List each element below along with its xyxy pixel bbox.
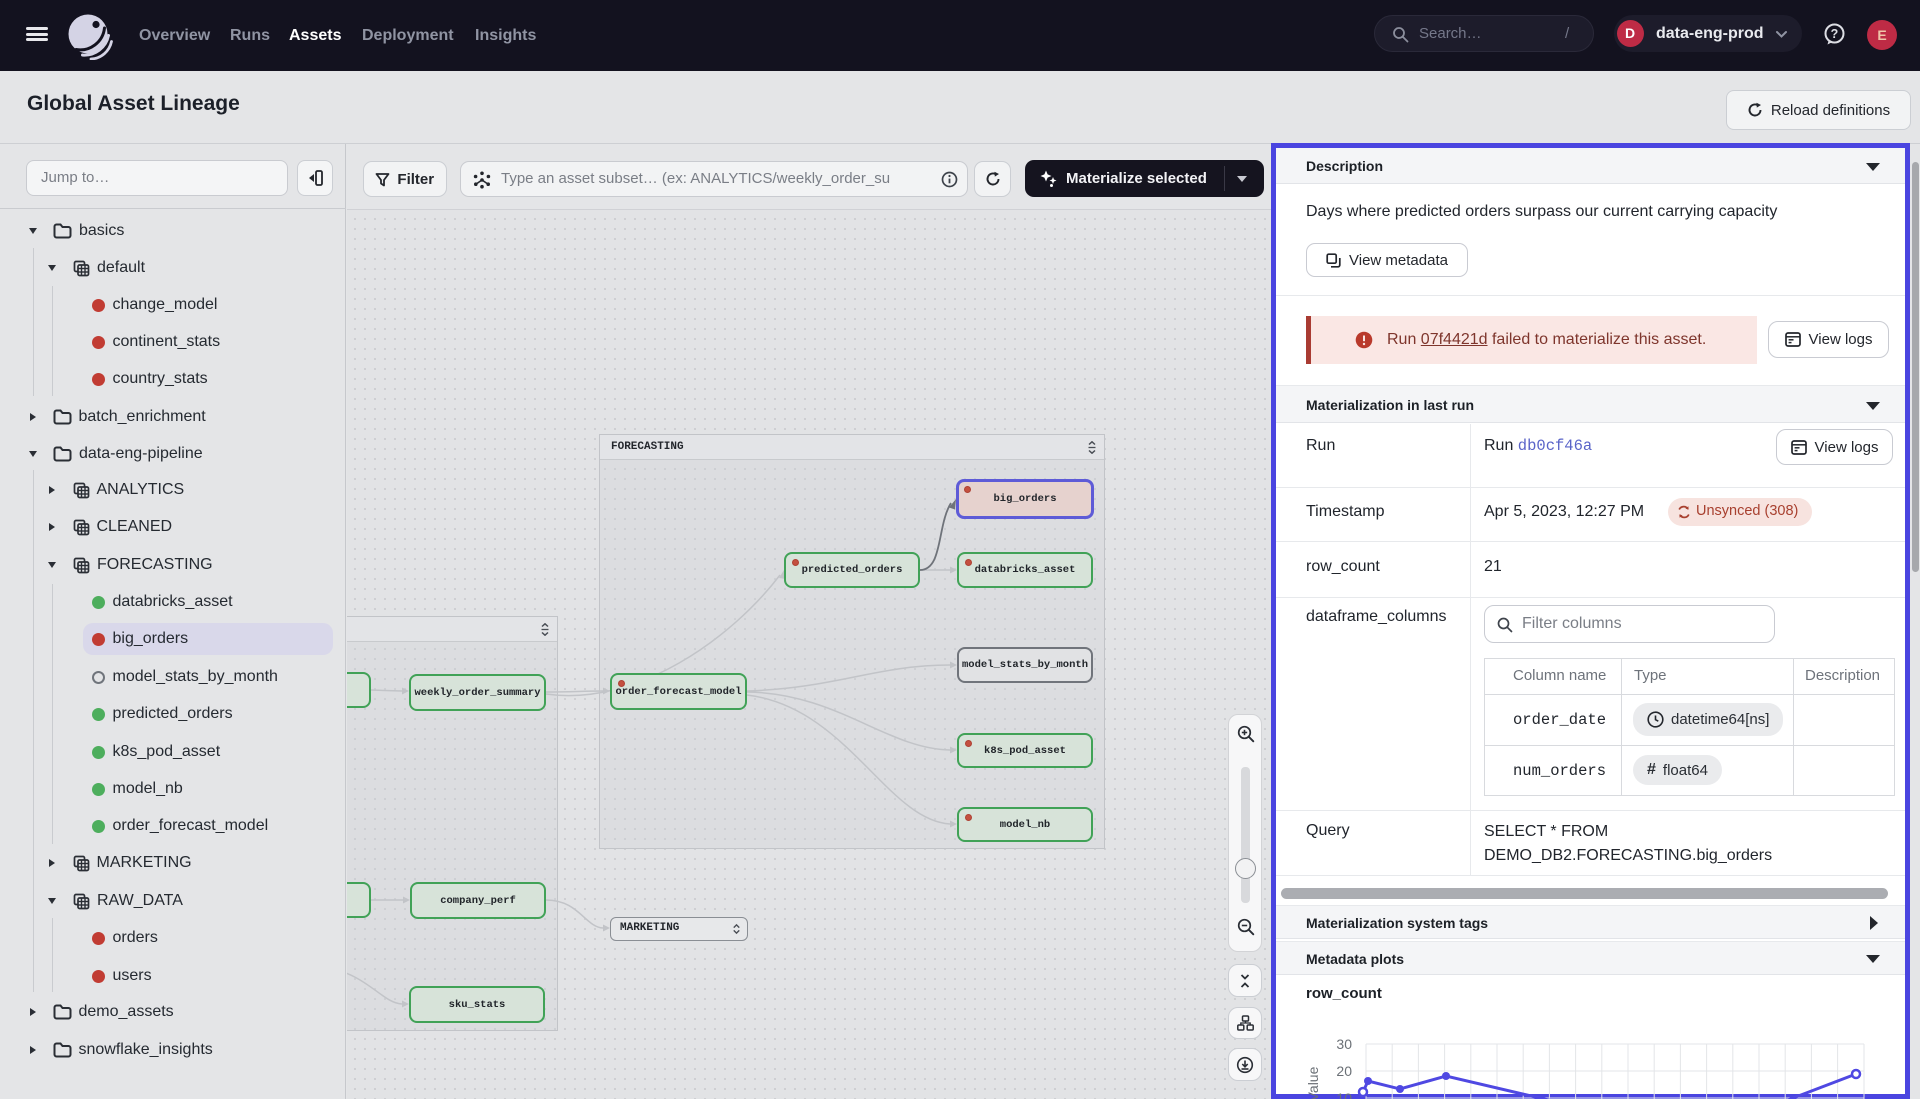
svg-text:10: 10 [1336, 1090, 1352, 1099]
svg-text:Value: Value [1305, 1066, 1321, 1099]
svg-text:?: ? [1831, 27, 1839, 41]
svg-text:20: 20 [1336, 1063, 1352, 1079]
svg-text:30: 30 [1336, 1036, 1352, 1052]
